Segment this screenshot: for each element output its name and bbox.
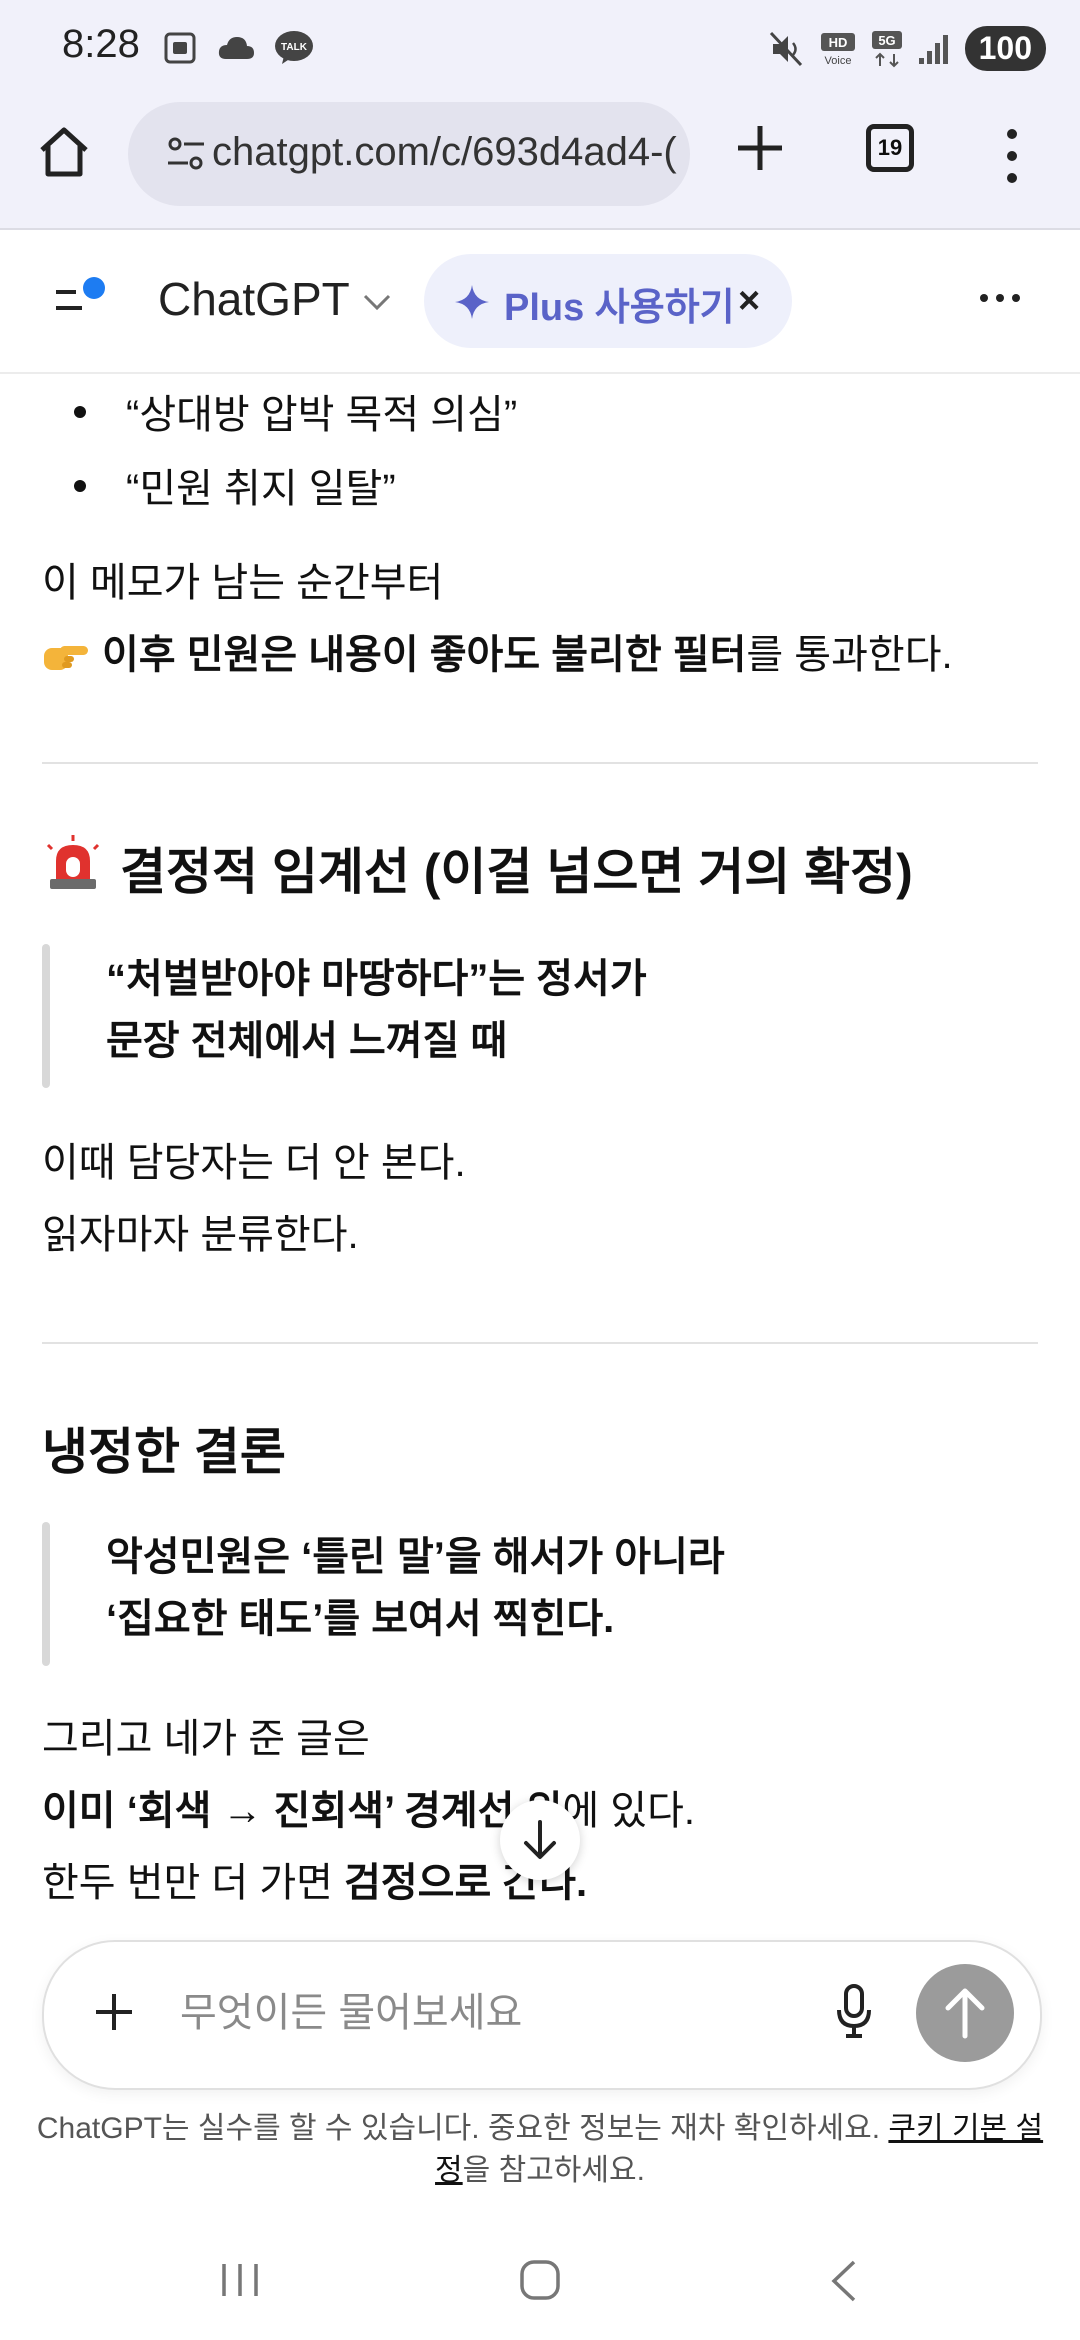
blockquote-line: “처벌받아야 마땅하다”는 정서가 [106, 957, 647, 1001]
svg-text:5G: 5G [878, 33, 895, 48]
disclaimer-suffix: 을 참고하세요. [462, 2154, 645, 2187]
chevron-down-icon[interactable] [362, 292, 392, 312]
status-right-icons: HD Voice 5G 100 [769, 26, 1046, 71]
status-time: 8:28 [62, 22, 140, 66]
tab-switcher-button[interactable]: 19 [866, 124, 914, 172]
disclaimer-body: ChatGPT는 실수를 할 수 있습니다. 중요한 정보는 재차 확인하세요. [36, 2112, 889, 2145]
disclaimer-text: ChatGPT는 실수를 할 수 있습니다. 중요한 정보는 재차 확인하세요.… [30, 2108, 1050, 2192]
blockquote-line: ‘집요한 태도’를 보여서 찍힌다. [106, 1597, 615, 1641]
more-options-icon[interactable] [978, 286, 1022, 310]
back-icon[interactable] [826, 2258, 860, 2304]
blockquote-line: 악성민원은 ‘틀린 말’을 해서가 아니라 [106, 1535, 725, 1579]
battery-indicator: 100 [964, 26, 1046, 71]
list-item: “상대방 압박 목적 의심” [126, 393, 518, 437]
home-icon[interactable] [36, 124, 92, 180]
talk-icon: TALK [275, 31, 313, 64]
sparkle-icon [455, 285, 489, 319]
hd-voice-icon: HD Voice [820, 32, 855, 67]
close-icon[interactable]: × [738, 280, 760, 323]
new-tab-icon[interactable] [730, 118, 790, 178]
chat-message-content: “상대방 압박 목적 의심” “민원 취지 일탈” 이 메모가 남는 순간부터 … [0, 372, 1080, 1932]
chat-header: ChatGPT Plus 사용하기 × [0, 230, 1080, 374]
paragraph-line: 이미 ‘회색 → 진회색’ 경계선 위에 있다. [42, 1778, 695, 1836]
section-heading: 결정적 임계선 (이걸 넘으면 거의 확정) [120, 844, 913, 900]
paragraph-line: 이후 민원은 내용이 좋아도 불리한 필터를 통과한다. [42, 622, 953, 680]
sidebar-toggle-icon[interactable] [52, 276, 108, 324]
svg-text:HD: HD [828, 35, 847, 50]
browser-menu-icon[interactable] [1000, 126, 1024, 186]
scroll-to-bottom-button[interactable] [500, 1800, 580, 1880]
divider [42, 762, 1038, 764]
siren-icon [46, 835, 100, 889]
bullet-dot [74, 480, 86, 492]
section-heading: 냉정한 결론 [42, 1424, 286, 1480]
message-composer [42, 1940, 1042, 2090]
paragraph-line: 읽자마자 분류한다. [42, 1213, 359, 1257]
paragraph-line: 이때 담당자는 더 안 본다. [42, 1141, 466, 1185]
blockquote-line: 문장 전체에서 느껴질 때 [106, 1019, 508, 1063]
upgrade-plus-button[interactable]: Plus 사용하기 × [424, 254, 792, 348]
signal-icon [918, 34, 948, 64]
browser-toolbar: chatgpt.com/c/693d4ad4-( 19 [0, 100, 1080, 230]
svg-text:Voice: Voice [824, 55, 851, 67]
system-navigation-bar [0, 2220, 1080, 2340]
paragraph-line: 그리고 네가 준 글은 [42, 1717, 370, 1761]
blockquote-bar [42, 1522, 50, 1666]
cloud-icon [218, 37, 254, 59]
arrow-up-icon [945, 1988, 985, 2039]
microphone-icon[interactable] [834, 1982, 874, 2042]
status-bar: 8:28 TALK HD Voice 5G 100 [0, 0, 1080, 100]
url-text: chatgpt.com/c/693d4ad4-( [212, 130, 677, 174]
paragraph-line: 이 메모가 남는 순간부터 [42, 561, 444, 605]
plain-text: 한두 번만 더 가면 [42, 1861, 345, 1905]
plain-text: 를 통과한다. [746, 633, 953, 677]
5g-icon: 5G [871, 30, 902, 67]
divider [42, 1342, 1038, 1344]
upgrade-plus-label: Plus 사용하기 [504, 287, 735, 329]
list-item: “민원 취지 일탈” [126, 467, 396, 511]
url-bar[interactable]: chatgpt.com/c/693d4ad4-( [128, 102, 690, 206]
bullet-dot [74, 406, 86, 418]
arrow-down-icon [524, 1820, 556, 1859]
recent-apps-icon[interactable] [218, 2260, 262, 2300]
app-title[interactable]: ChatGPT [158, 272, 350, 326]
mute-icon [769, 31, 802, 66]
home-button-icon[interactable] [518, 2258, 562, 2302]
blockquote-bar [42, 944, 50, 1088]
plain-text: 에 있다. [562, 1789, 696, 1833]
site-settings-icon[interactable] [166, 136, 206, 172]
bold-text: 이후 민원은 내용이 좋아도 불리한 필터 [102, 633, 747, 677]
status-left-icons: TALK [162, 30, 314, 66]
message-input[interactable] [178, 1982, 742, 2044]
attach-plus-icon[interactable] [92, 1990, 136, 2034]
screenshot-icon [164, 32, 196, 64]
bold-text: 이미 ‘회색 → 진회색’ 경계선 위 [42, 1789, 563, 1833]
send-button[interactable] [916, 1964, 1014, 2062]
pointing-hand-icon [44, 646, 88, 671]
talk-badge-text: TALK [281, 42, 308, 53]
